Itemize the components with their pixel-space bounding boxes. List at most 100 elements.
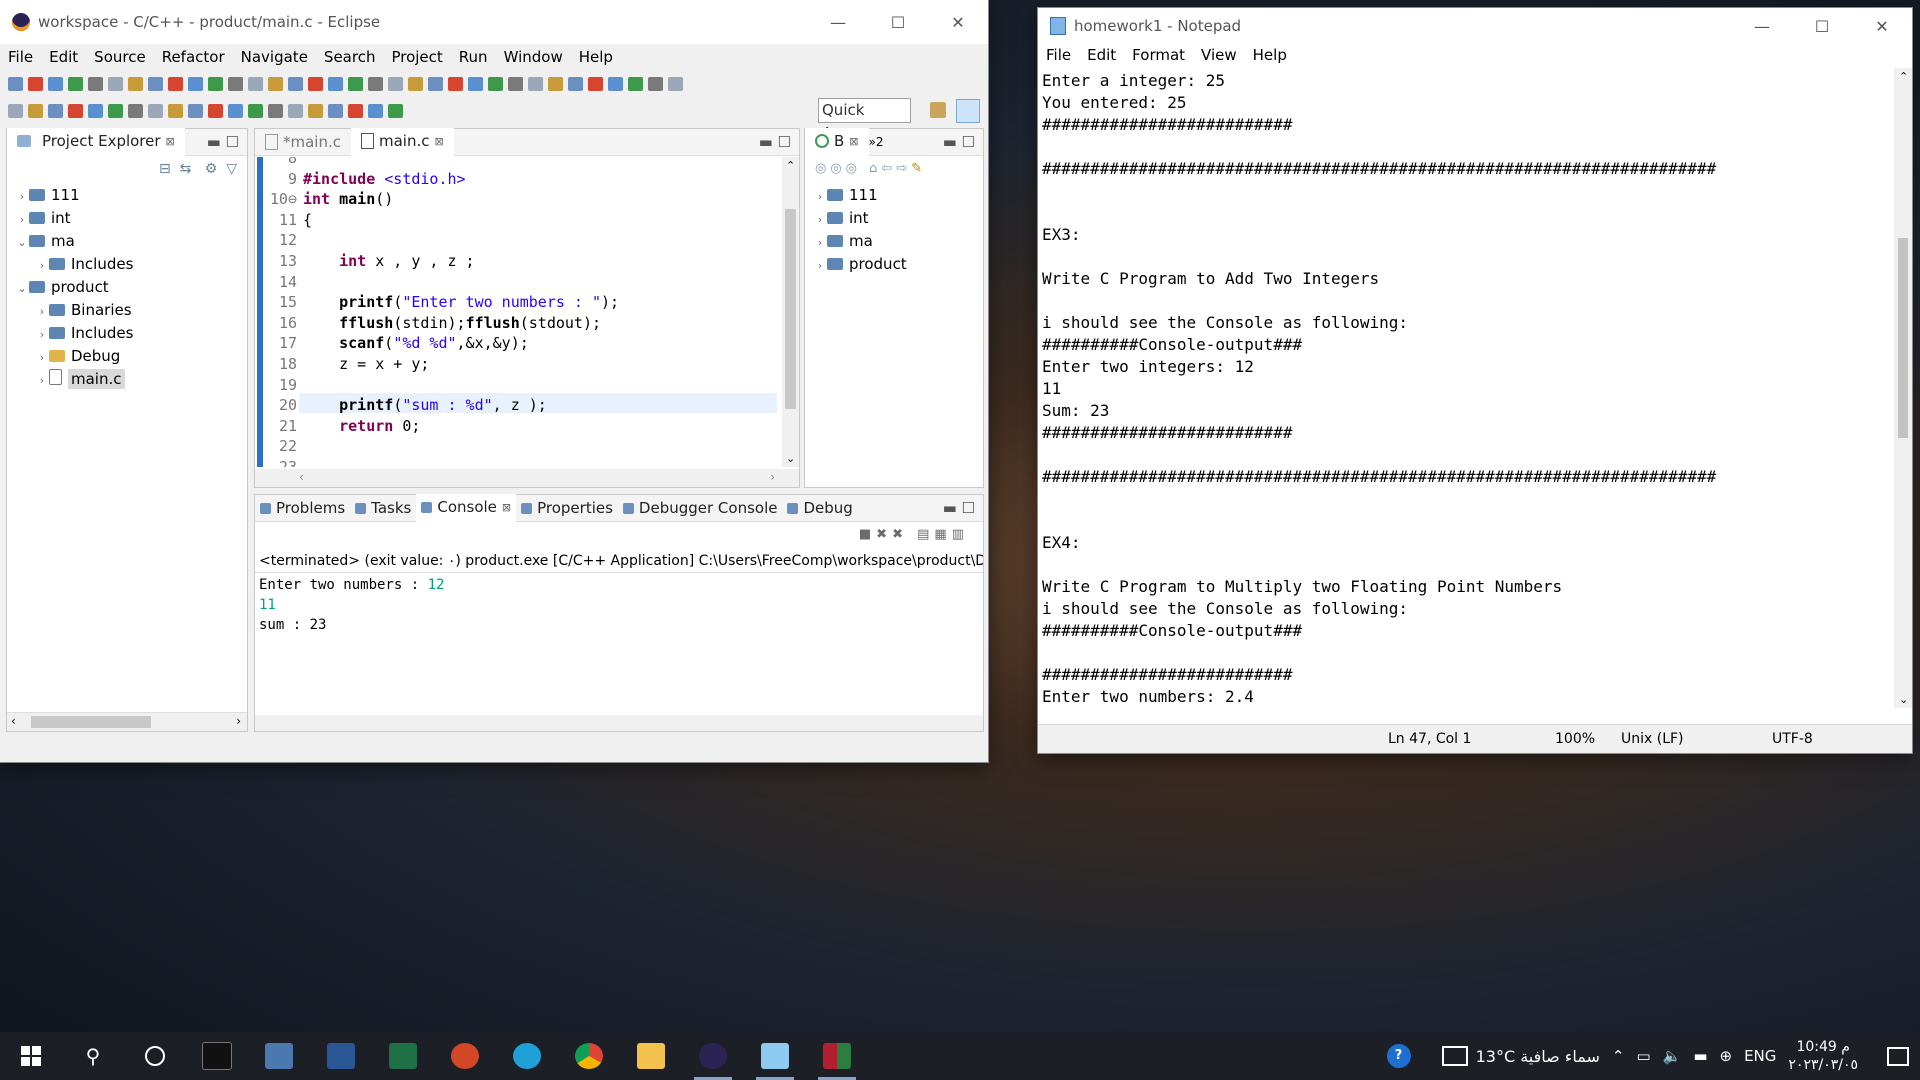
explorer-hscrollbar[interactable]: ‹ › bbox=[7, 712, 247, 731]
toolbar-button-icon[interactable] bbox=[128, 76, 143, 91]
code-line[interactable]: z = x + y; bbox=[303, 355, 429, 373]
device-icon[interactable]: ▭ bbox=[1636, 1047, 1650, 1065]
expand-arrow-icon[interactable]: › bbox=[813, 231, 827, 254]
toolbar-button-icon[interactable] bbox=[468, 76, 483, 91]
toolbar-button-icon[interactable] bbox=[168, 103, 183, 118]
cpp-perspective-icon[interactable] bbox=[956, 99, 980, 123]
toolbar-button-icon[interactable] bbox=[228, 76, 243, 91]
chevron-up-icon[interactable]: ⌃ bbox=[1612, 1047, 1625, 1065]
code-editor[interactable]: 8 9 #include <stdio.h> 10⊖ int main() 11 {12 13… bbox=[255, 157, 781, 467]
menu-file[interactable]: File bbox=[0, 48, 41, 66]
toolbar-button-icon[interactable] bbox=[328, 103, 343, 118]
toolbar-button-icon[interactable] bbox=[28, 76, 43, 91]
maximize-button[interactable]: ☐ bbox=[1792, 17, 1852, 36]
remove-all-icon[interactable]: ✖ bbox=[892, 527, 908, 542]
terminate-icon[interactable]: ■ bbox=[859, 527, 876, 542]
close-tab-icon[interactable]: ⊠ bbox=[166, 135, 175, 148]
toolbar-button-icon[interactable] bbox=[148, 76, 163, 91]
minimize-view-icon[interactable]: ▬ ☐ bbox=[207, 133, 239, 151]
tab-debug[interactable]: Debug bbox=[782, 495, 857, 521]
remove-launch-icon[interactable]: ✖ bbox=[876, 527, 892, 542]
terminal-app[interactable] bbox=[186, 1032, 248, 1080]
outline-item-product[interactable]: › product bbox=[813, 253, 983, 276]
toolbar-button-icon[interactable] bbox=[68, 76, 83, 91]
toolbar-button-icon[interactable] bbox=[28, 103, 43, 118]
menu-help[interactable]: Help bbox=[1245, 46, 1295, 64]
language-indicator[interactable]: ENG bbox=[1744, 1047, 1776, 1065]
toolbar-button-icon[interactable] bbox=[428, 76, 443, 91]
tab-problems[interactable]: Problems bbox=[255, 495, 350, 521]
code-line[interactable]: fflush(stdin);fflush(stdout); bbox=[303, 314, 601, 332]
menu-search[interactable]: Search bbox=[316, 48, 384, 66]
expand-arrow-icon[interactable]: › bbox=[35, 254, 49, 277]
toolbar-button-icon[interactable] bbox=[108, 76, 123, 91]
editor-hscrollbar[interactable]: ‹ › bbox=[255, 469, 799, 487]
menu-project[interactable]: Project bbox=[383, 48, 450, 66]
toolbar-button-icon[interactable] bbox=[328, 76, 343, 91]
toolbar-button-icon[interactable] bbox=[208, 103, 223, 118]
code-line[interactable]: int main() bbox=[303, 190, 393, 208]
toolbar-button-icon[interactable] bbox=[608, 76, 623, 91]
menu-navigate[interactable]: Navigate bbox=[233, 48, 316, 66]
toolbar-button-icon[interactable] bbox=[248, 103, 263, 118]
toolbar-button-icon[interactable] bbox=[108, 103, 123, 118]
toolbar-button-icon[interactable] bbox=[368, 76, 383, 91]
toolbar-button-icon[interactable] bbox=[668, 76, 683, 91]
tree-item-main-c[interactable]: › main.c bbox=[15, 368, 247, 391]
code-line[interactable]: { bbox=[303, 211, 312, 229]
tree-item-includes[interactable]: › Includes bbox=[15, 322, 247, 345]
editor-vscrollbar[interactable]: ⌃ ⌄ bbox=[782, 157, 799, 467]
toolbar-button-icon[interactable] bbox=[68, 103, 83, 118]
filter-icon[interactable]: ⚙ bbox=[205, 161, 218, 177]
toolbar-button-icon[interactable] bbox=[308, 103, 323, 118]
toolbar-button-icon[interactable] bbox=[288, 103, 303, 118]
menu-run[interactable]: Run bbox=[451, 48, 496, 66]
toolbar-button-icon[interactable] bbox=[88, 76, 103, 91]
expand-arrow-icon[interactable]: › bbox=[15, 208, 29, 231]
help-button[interactable]: ? bbox=[1368, 1032, 1430, 1080]
toolbar-button-icon[interactable] bbox=[168, 76, 183, 91]
link-editor-icon[interactable]: ⇆ bbox=[180, 161, 192, 177]
expand-arrow-icon[interactable]: › bbox=[35, 323, 49, 346]
clock[interactable]: 10:49 م ٢٠٢٣/٠٣/٠٥ bbox=[1788, 1038, 1858, 1074]
close-tab-icon[interactable]: ⊠ bbox=[502, 501, 511, 514]
toolbar-button-icon[interactable] bbox=[348, 103, 363, 118]
menu-source[interactable]: Source bbox=[86, 48, 154, 66]
toolbar-button-icon[interactable] bbox=[348, 76, 363, 91]
tab-main-c[interactable]: main.c ⊠ bbox=[351, 128, 454, 156]
tab-console[interactable]: Console ⊠ bbox=[416, 494, 517, 522]
pin-console-icon[interactable]: ▥ bbox=[952, 527, 969, 542]
minimize-view-icon[interactable]: ▬ ☐ bbox=[759, 133, 791, 151]
view-menu-icon[interactable]: ▽ bbox=[226, 161, 237, 177]
weather-widget[interactable]: 13°C سماء صافية bbox=[1441, 1046, 1600, 1066]
notifications-button[interactable] bbox=[1876, 1032, 1920, 1080]
minimize-view-icon[interactable]: ▬ ☐ bbox=[943, 499, 975, 517]
toolbar-button-icon[interactable] bbox=[528, 76, 543, 91]
menu-help[interactable]: Help bbox=[571, 48, 621, 66]
volume-icon[interactable]: 🔈 bbox=[1663, 1047, 1682, 1065]
close-button[interactable]: ✕ bbox=[1852, 17, 1912, 36]
chrome-app[interactable] bbox=[558, 1032, 620, 1080]
battery-icon[interactable]: ▬ bbox=[1693, 1047, 1707, 1065]
toolbar-button-icon[interactable] bbox=[588, 76, 603, 91]
toolbar-button-icon[interactable] bbox=[568, 76, 583, 91]
code-line[interactable]: scanf("%d %d",&x,&y); bbox=[303, 334, 529, 352]
menu-format[interactable]: Format bbox=[1124, 46, 1193, 64]
toolbar-button-icon[interactable] bbox=[288, 76, 303, 91]
toolbar-button-icon[interactable] bbox=[268, 76, 283, 91]
eclipse-app[interactable] bbox=[682, 1032, 744, 1080]
toolbar-button-icon[interactable] bbox=[48, 103, 63, 118]
tree-item-int[interactable]: › int bbox=[15, 207, 247, 230]
menu-edit[interactable]: Edit bbox=[1079, 46, 1124, 64]
close-tab-icon[interactable]: ⊠ bbox=[849, 135, 858, 148]
toolbar-button-icon[interactable] bbox=[448, 76, 463, 91]
quick-access-field[interactable]: Quick Access bbox=[818, 98, 911, 142]
toolbar-button-icon[interactable] bbox=[148, 103, 163, 118]
toolbar-button-icon[interactable] bbox=[388, 76, 403, 91]
outline-item-111[interactable]: › 111 bbox=[813, 184, 983, 207]
notepad-app[interactable] bbox=[744, 1032, 806, 1080]
tree-item-ma[interactable]: ⌄ ma bbox=[15, 230, 247, 253]
expand-arrow-icon[interactable]: › bbox=[813, 208, 827, 231]
toolbar-button-icon[interactable] bbox=[208, 76, 223, 91]
network-icon[interactable]: ⊕ bbox=[1720, 1047, 1733, 1065]
